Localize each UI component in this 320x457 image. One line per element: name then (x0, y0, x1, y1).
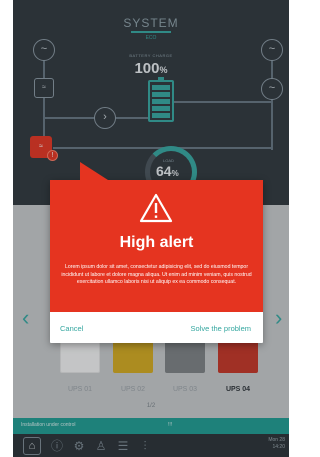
dialog-message: Lorem ipsum dolor sit amet, consectetur … (61, 264, 252, 286)
solve-problem-button[interactable]: Solve the problem (191, 324, 251, 333)
dialog-title: High alert (119, 234, 194, 251)
dialog-pointer (80, 162, 108, 180)
cancel-button[interactable]: Cancel (60, 324, 83, 333)
high-alert-dialog: High alert Lorem ipsum dolor sit amet, c… (50, 162, 263, 343)
ups-monitor-screen: SYSTEM ECO BATTERY CHARGE 100% ~ ≈ › ~ ~… (13, 0, 289, 457)
warning-icon (139, 193, 173, 223)
dialog-header: High alert Lorem ipsum dolor sit amet, c… (50, 180, 263, 312)
